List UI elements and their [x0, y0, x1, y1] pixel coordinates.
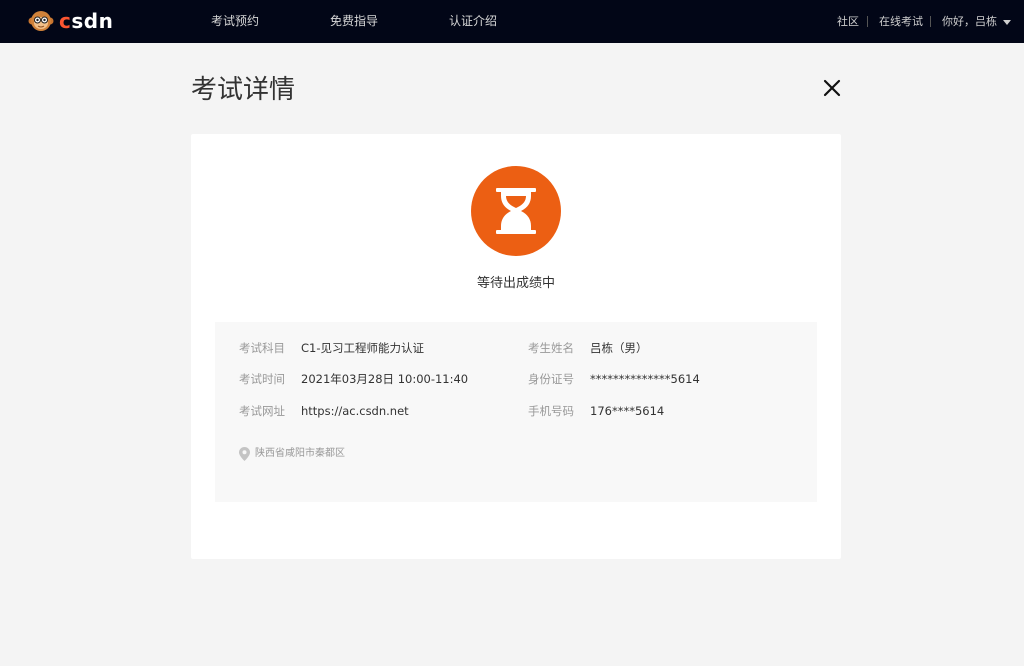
exam-time-label: 考试时间	[239, 372, 285, 386]
hourglass-icon	[471, 166, 561, 256]
page-title: 考试详情	[191, 75, 296, 105]
status-text: 等待出成绩中	[476, 276, 555, 291]
candidate-name-row: 考生姓名 吕栋（男）	[528, 339, 648, 357]
chevron-down-icon	[1003, 19, 1011, 25]
monkey-logo-icon	[28, 11, 54, 31]
candidate-name-value: 吕栋（男）	[590, 341, 648, 355]
close-icon[interactable]	[820, 76, 844, 100]
id-number-value: **************5614	[590, 372, 700, 386]
exam-location: 陕西省咸阳市秦都区	[239, 446, 345, 462]
exam-url-row: 考试网址 https://ac.csdn.net	[239, 402, 409, 420]
csdn-logo[interactable]: csdn	[28, 9, 113, 33]
exam-info-panel: 考试科目 C1-见习工程师能力认证 考试时间 2021年03月28日 10:00-1…	[215, 322, 817, 502]
user-greeting: 你好，吕栋	[942, 15, 997, 28]
nav-divider	[867, 16, 868, 27]
phone-value: 176****5614	[590, 404, 665, 418]
candidate-name-label: 考生姓名	[528, 341, 574, 355]
nav-item-exam-booking[interactable]: 考试预约	[211, 0, 259, 43]
nav-online-exam-link[interactable]: 在线考试	[879, 0, 923, 43]
nav-divider	[930, 16, 931, 27]
id-number-row: 身份证号 **************5614	[528, 370, 700, 388]
id-number-label: 身份证号	[528, 372, 574, 386]
location-pin-icon	[239, 447, 250, 461]
exam-subject-label: 考试科目	[239, 341, 285, 355]
exam-location-text: 陕西省咸阳市秦都区	[255, 448, 345, 459]
nav-item-certification-intro[interactable]: 认证介绍	[449, 0, 497, 43]
logo-text: csdn	[59, 9, 114, 33]
nav-community-link[interactable]: 社区	[837, 0, 859, 43]
exam-time-value: 2021年03月28日 10:00-11:40	[301, 372, 469, 386]
top-nav: csdn 考试预约 免费指导 认证介绍 社区 在线考试 你好，吕栋	[0, 0, 1024, 43]
phone-label: 手机号码	[528, 404, 574, 418]
user-menu[interactable]: 你好，吕栋	[942, 0, 1011, 43]
exam-detail-card: 等待出成绩中 考试科目 C1-见习工程师能力认证 考试时间 2021年03月28日 …	[191, 134, 841, 559]
exam-subject-value: C1-见习工程师能力认证	[301, 341, 424, 355]
exam-time-row: 考试时间 2021年03月28日 10:00-11:40	[239, 370, 468, 388]
exam-url-label: 考试网址	[239, 404, 285, 418]
exam-url-value[interactable]: https://ac.csdn.net	[301, 402, 409, 420]
exam-subject-row: 考试科目 C1-见习工程师能力认证	[239, 339, 424, 357]
phone-row: 手机号码 176****5614	[528, 402, 664, 420]
nav-item-free-guidance[interactable]: 免费指导	[330, 0, 378, 43]
